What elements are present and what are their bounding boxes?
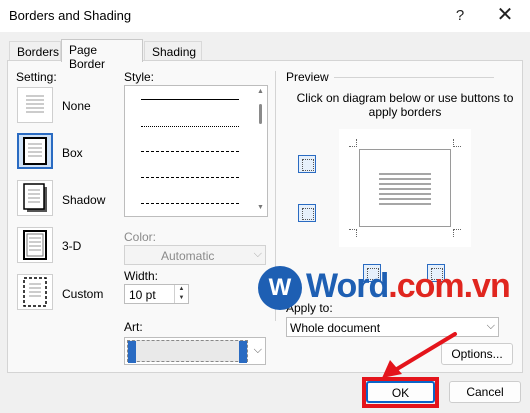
setting-box-label[interactable]: Box [62,146,83,160]
color-value: Automatic [161,249,215,263]
style-scrollbar[interactable]: ▲ ▼ [255,86,267,216]
watermark-text: Word.com.vn [306,267,511,306]
tab-shading-label: Shading [152,45,197,59]
top-border-button[interactable] [298,155,316,173]
highlight-box [362,377,439,408]
tab-shading[interactable]: Shading [144,41,202,61]
setting-none-icon[interactable] [17,87,53,123]
style-long-dash-line[interactable] [141,177,239,178]
crop-mark [349,229,357,237]
style-solid-line[interactable] [141,99,239,100]
setting-3d-label[interactable]: 3-D [62,239,81,253]
width-heading: Width: [124,269,159,283]
color-heading: Color: [124,230,157,244]
preview-heading: Preview [286,70,329,84]
art-select[interactable]: ⌵ [124,337,266,365]
arrow-icon [382,332,457,378]
crop-mark [453,139,461,147]
preview-diagram[interactable] [339,129,471,247]
style-dotted-line[interactable] [141,126,239,127]
chevron-down-icon: ⌵ [486,320,495,332]
width-spinner[interactable]: 10 pt ▲ ▼ [124,284,189,304]
scroll-up-icon[interactable]: ▲ [257,88,264,95]
style-dash-dot-line[interactable] [141,203,239,204]
watermark-brand: Word [306,267,389,305]
close-button[interactable]: ✕ [492,4,518,28]
chevron-down-icon: ⌵ [253,344,262,356]
style-list[interactable]: ▲ ▼ [124,85,268,217]
tab-borders[interactable]: Borders [9,41,61,61]
bottom-border-button[interactable] [298,204,316,222]
art-pattern [127,340,248,363]
setting-shadow-icon[interactable] [17,180,53,216]
setting-none-label[interactable]: None [62,99,91,113]
setting-heading: Setting: [16,70,57,84]
tab-page-border-label: Page Border [69,43,106,71]
tab-borders-label: Borders [17,45,60,59]
art-pattern-right [239,341,247,363]
spin-down-icon[interactable]: ▼ [175,294,188,303]
style-heading: Style: [124,70,155,84]
chevron-down-icon: ⌵ [253,248,262,260]
setting-box-icon[interactable] [17,133,53,169]
help-button[interactable]: ? [447,4,473,28]
preview-divider [334,77,494,78]
setting-shadow-label[interactable]: Shadow [62,193,105,207]
preview-instructions: Click on diagram below or use buttons to… [296,91,514,119]
crop-mark [453,229,461,237]
setting-custom-icon[interactable] [17,274,53,310]
scroll-down-icon[interactable]: ▼ [257,204,264,211]
dialog-title: Borders and Shading [9,8,132,23]
cancel-button[interactable]: Cancel [449,381,521,403]
width-value: 10 pt [129,288,156,302]
style-scroll-thumb[interactable] [259,104,262,124]
setting-3d-icon[interactable] [17,227,53,263]
setting-custom-label[interactable]: Custom [62,287,103,301]
crop-mark [349,139,357,147]
page-border-panel: Setting: None Box Shadow 3-D Custom Styl… [7,60,523,373]
tab-page-border[interactable]: Page Border [61,39,143,71]
preview-text-lines [379,173,431,208]
art-heading: Art: [124,320,143,334]
title-bar: Borders and Shading ? ✕ [0,0,530,32]
apply-to-value: Whole document [290,321,381,335]
spin-up-icon[interactable]: ▲ [175,285,188,294]
word-logo-icon: W [258,266,302,310]
style-dashed-line[interactable] [141,151,239,152]
watermark-domain: .com.vn [388,267,510,305]
color-select[interactable]: Automatic ⌵ [124,245,266,265]
art-pattern-left [128,341,136,363]
